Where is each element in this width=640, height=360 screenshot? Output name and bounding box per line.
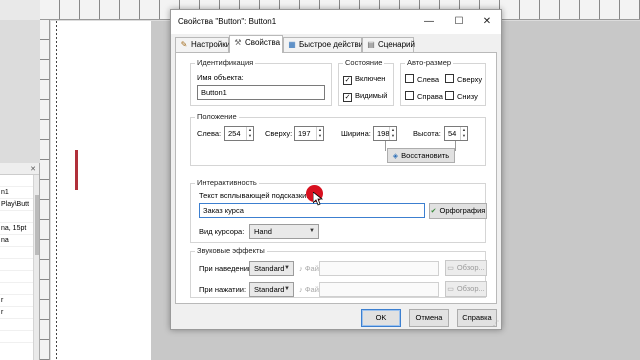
interactivity-group: Интерактивность Текст всплывающей подска…: [190, 178, 487, 243]
tooltip-label: Текст всплывающей подсказки:: [199, 191, 309, 200]
chevron-down-icon: ▼: [309, 228, 315, 234]
music-note-icon: ♪: [299, 285, 303, 294]
page-guide-line: [56, 21, 57, 360]
music-note-icon: ♪: [299, 264, 303, 273]
sound-legend: Звуковые эффекты: [195, 246, 267, 255]
autosize-group: Авто-размер Слева Сверху Справа Снизу: [400, 58, 486, 106]
width-stepper[interactable]: 198 ▲ ▼: [373, 126, 397, 141]
hover-label: При наведении:: [199, 264, 255, 273]
pencil-icon: ✎: [180, 40, 188, 49]
interactivity-legend: Интерактивность: [195, 178, 259, 187]
ok-button[interactable]: OK: [361, 309, 401, 327]
left-stepper[interactable]: 254 ▲ ▼: [224, 126, 254, 141]
click-sound-select[interactable]: Standard ▼: [249, 282, 294, 297]
mouse-cursor-icon: [313, 192, 323, 206]
tab-properties[interactable]: ⚒ Свойства: [229, 35, 283, 53]
position-group: Положение Слева: 254 ▲ ▼ Сверху: 197 ▲ ▼ Шир…: [190, 112, 486, 166]
folder-icon: ▭: [447, 286, 454, 293]
properties-dialog: Свойства "Button": Button1 — ☐ ✕ ✎ Настро…: [170, 9, 502, 330]
restore-button[interactable]: ◈ Восстановить: [387, 148, 455, 163]
hover-file-input: [319, 261, 439, 276]
cursor-select[interactable]: Hand ▼: [249, 224, 319, 239]
close-button[interactable]: ✕: [473, 12, 501, 32]
dialog-title: Свойства "Button": Button1: [178, 17, 277, 26]
spelling-button[interactable]: ✔ Орфография: [429, 203, 487, 219]
maximize-button[interactable]: ☐: [445, 12, 473, 32]
identification-legend: Идентификация: [195, 58, 256, 67]
minimize-button[interactable]: —: [415, 12, 443, 32]
resize-grip-icon[interactable]: ⋰: [493, 320, 499, 327]
check-icon: ✓: [343, 93, 352, 102]
pin-icon[interactable]: ✕: [30, 165, 36, 173]
selection-marker: [75, 150, 78, 190]
script-icon: ▤: [367, 40, 375, 49]
properties-side-panel: ✕ n1 Play\Butt na, 15pt na r r: [0, 163, 40, 360]
spellcheck-icon: ✔: [430, 208, 437, 215]
tooltip-input[interactable]: Заказ курса: [199, 203, 425, 218]
visible-checkbox[interactable]: ✓ Видимый: [343, 91, 388, 102]
hover-sound-select[interactable]: Standard ▼: [249, 261, 294, 276]
enabled-checkbox[interactable]: ✓ Включен: [343, 74, 385, 85]
chevron-down-icon: ▼: [284, 265, 290, 271]
stepper-arrows-icon[interactable]: ▲ ▼: [460, 127, 467, 140]
state-group: Состояние ✓ Включен ✓ Видимый: [338, 58, 394, 106]
autosize-right-checkbox[interactable]: Справа: [405, 91, 443, 101]
width-label: Ширина:: [341, 129, 371, 138]
check-icon: ✓: [343, 76, 352, 85]
cancel-button[interactable]: Отмена: [409, 309, 449, 327]
click-file-input: [319, 282, 439, 297]
side-panel-scrollbar[interactable]: [33, 175, 39, 360]
name-input[interactable]: Button1: [197, 85, 325, 100]
vertical-ruler: [40, 20, 50, 360]
chevron-down-icon: ▼: [284, 286, 290, 292]
hover-browse-button: ▭ Обзор...: [445, 260, 487, 276]
properties-panel: Идентификация Имя объекта: Button1 Состо…: [175, 52, 497, 304]
autosize-bottom-checkbox[interactable]: Снизу: [445, 91, 478, 101]
stepper-arrows-icon[interactable]: ▲ ▼: [246, 127, 253, 140]
height-stepper[interactable]: 54 ▲ ▼: [444, 126, 468, 141]
autosize-legend: Авто-размер: [405, 58, 454, 67]
identification-group: Идентификация Имя объекта: Button1: [190, 58, 332, 106]
autosize-left-checkbox[interactable]: Слева: [405, 74, 439, 84]
wrench-icon: ⚒: [234, 38, 242, 47]
click-browse-button: ▭ Обзор...: [445, 281, 487, 297]
stepper-arrows-icon[interactable]: ▲ ▼: [389, 127, 396, 140]
folder-icon: ▭: [447, 265, 454, 272]
top-stepper[interactable]: 197 ▲ ▼: [294, 126, 324, 141]
stepper-arrows-icon[interactable]: ▲ ▼: [316, 127, 323, 140]
dialog-titlebar[interactable]: Свойства "Button": Button1 — ☐ ✕: [171, 10, 501, 34]
tab-script[interactable]: ▤ Сценарий: [362, 37, 415, 52]
state-legend: Состояние: [343, 58, 385, 67]
height-label: Высота:: [413, 129, 441, 138]
restore-icon: ◈: [392, 153, 399, 160]
tab-quick-action[interactable]: ▦ Быстрое действие: [283, 37, 368, 52]
autosize-top-checkbox[interactable]: Сверху: [445, 74, 482, 84]
name-label: Имя объекта:: [197, 73, 244, 82]
position-legend: Положение: [195, 112, 239, 121]
editor-page[interactable]: [51, 21, 151, 360]
help-button[interactable]: Справка: [457, 309, 497, 327]
cursor-label: Вид курсора:: [199, 227, 245, 236]
grid-icon: ▦: [288, 40, 296, 49]
left-label: Слева:: [197, 129, 222, 138]
top-label: Сверху:: [265, 129, 293, 138]
side-panel-header: ✕: [0, 163, 39, 175]
tab-settings[interactable]: ✎ Настройки: [175, 37, 230, 52]
sound-group: Звуковые эффекты При наведении: Standard…: [190, 246, 487, 298]
click-label: При нажатии:: [199, 285, 247, 294]
